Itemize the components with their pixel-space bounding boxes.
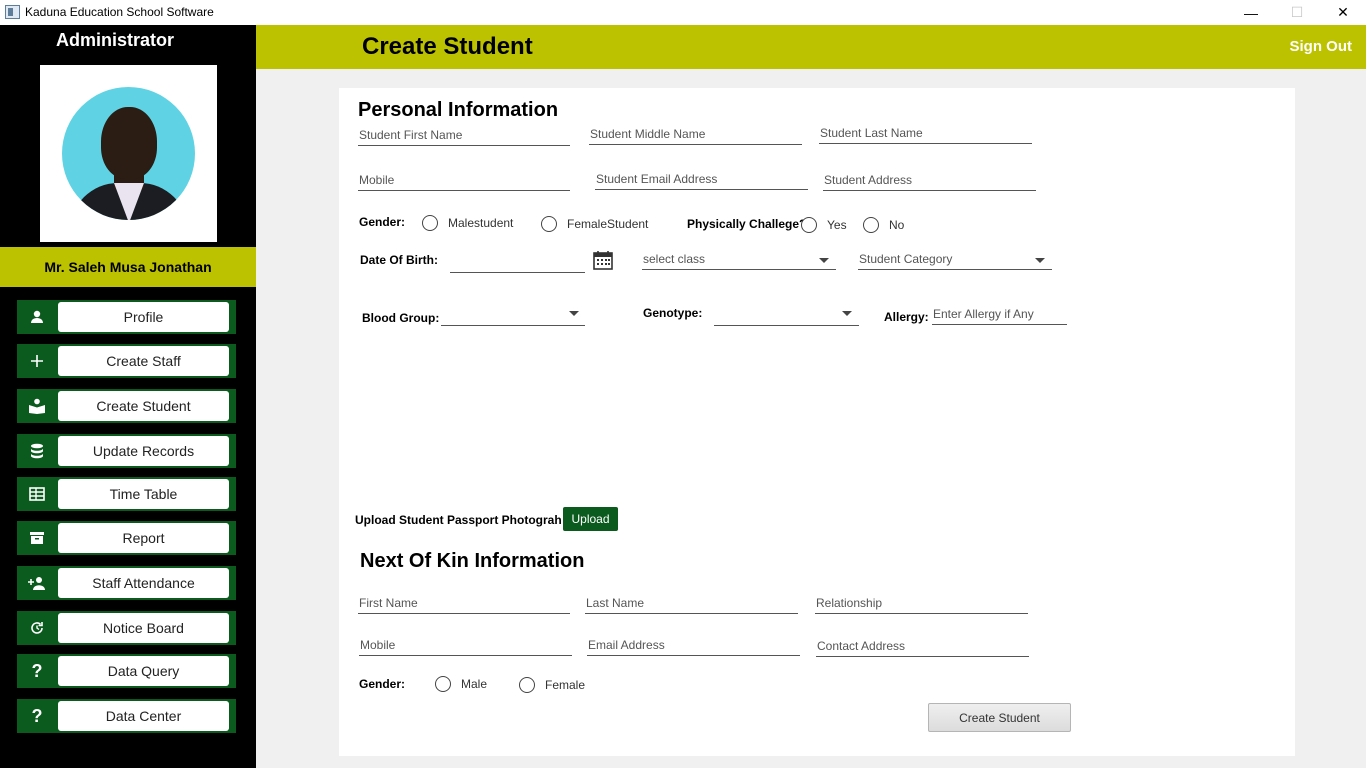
reader-icon — [17, 389, 57, 423]
student-last-name-field[interactable]: Student Last Name — [819, 122, 1032, 144]
chevron-down-icon — [842, 311, 852, 316]
dob-field[interactable] — [450, 251, 585, 273]
kin-gender-female-radio[interactable] — [519, 677, 535, 693]
minimize-button[interactable]: — — [1228, 0, 1274, 25]
sidebar-item-label: Data Query — [58, 656, 229, 686]
sidebar-item-create-staff[interactable]: Create Staff — [17, 344, 236, 378]
close-button[interactable]: ✕ — [1320, 0, 1366, 25]
sidebar-item-staff-attendance[interactable]: Staff Attendance — [17, 566, 236, 600]
kin-address-field[interactable]: Contact Address — [816, 635, 1029, 657]
role-title: Administrator — [55, 30, 174, 50]
kin-gender-male-label: Male — [461, 677, 488, 691]
dob-label: Date Of Birth: — [360, 253, 438, 267]
kin-gender-label: Gender: — [359, 677, 406, 691]
window-title: Kaduna Education School Software — [25, 5, 214, 19]
challenged-no-radio[interactable] — [863, 217, 879, 233]
sidebar-item-label: Report — [58, 523, 229, 553]
sidebar-item-time-table[interactable]: Time Table — [17, 477, 236, 511]
chevron-down-icon — [569, 311, 579, 316]
blood-group-label: Blood Group: — [362, 311, 440, 325]
refresh-icon — [17, 611, 57, 645]
challenged-yes-radio[interactable] — [801, 217, 817, 233]
upload-button[interactable]: Upload — [563, 507, 618, 531]
sidebar-item-notice-board[interactable]: Notice Board — [17, 611, 236, 645]
sidebar: Administrator Mr. Saleh Musa Jonathan Pr… — [0, 25, 256, 768]
gender-male-radio[interactable] — [422, 215, 438, 231]
sign-out-link[interactable]: Sign Out — [1290, 38, 1353, 55]
sidebar-item-data-query[interactable]: ? Data Query — [17, 654, 236, 688]
allergy-field[interactable]: Enter Allergy if Any — [932, 303, 1067, 325]
plus-icon — [17, 344, 57, 378]
student-form: Personal Information Student First Name … — [339, 88, 1295, 756]
page-title: Create Student — [362, 33, 533, 60]
kin-email-field[interactable]: Email Address — [587, 634, 800, 656]
question-icon: ? — [31, 705, 43, 726]
archive-icon — [17, 521, 57, 555]
window-titlebar: Kaduna Education School Software — ☐ ✕ — [0, 0, 1366, 25]
gender-female-label: FemaleStudent — [567, 217, 649, 231]
person-icon — [17, 300, 57, 334]
sidebar-item-create-student[interactable]: Create Student — [17, 389, 236, 423]
user-name: Mr. Saleh Musa Jonathan — [0, 247, 256, 287]
maximize-button[interactable]: ☐ — [1274, 0, 1320, 25]
student-email-field[interactable]: Student Email Address — [595, 168, 808, 190]
personal-info-title: Personal Information — [358, 99, 559, 121]
sidebar-item-data-center[interactable]: ? Data Center — [17, 699, 236, 733]
genotype-label: Genotype: — [643, 306, 703, 320]
next-of-kin-title: Next Of Kin Information — [360, 550, 585, 572]
app-icon — [5, 5, 20, 19]
sidebar-item-label: Staff Attendance — [58, 568, 229, 598]
person-add-icon — [17, 566, 57, 600]
sidebar-item-profile[interactable]: Profile — [17, 300, 236, 334]
sidebar-item-label: Profile — [58, 302, 229, 332]
table-icon — [17, 477, 57, 511]
student-first-name-field[interactable]: Student First Name — [358, 124, 570, 146]
chevron-down-icon — [819, 258, 829, 263]
sidebar-item-report[interactable]: Report — [17, 521, 236, 555]
allergy-label: Allergy: — [884, 310, 929, 324]
avatar — [62, 87, 195, 220]
profile-photo-frame — [40, 65, 217, 242]
gender-male-label: Malestudent — [448, 216, 514, 230]
challenged-no-label: No — [889, 218, 905, 232]
kin-first-name-field[interactable]: First Name — [358, 592, 570, 614]
sidebar-item-label: Data Center — [58, 701, 229, 731]
question-icon: ? — [31, 660, 43, 681]
page-header: Create Student Sign Out — [256, 25, 1366, 69]
gender-label: Gender: — [359, 215, 406, 229]
student-mobile-field[interactable]: Mobile — [358, 169, 570, 191]
chevron-down-icon — [1035, 258, 1045, 263]
calendar-icon[interactable] — [593, 250, 613, 270]
blood-group-select[interactable] — [441, 304, 585, 326]
kin-mobile-field[interactable]: Mobile — [359, 634, 572, 656]
student-address-field[interactable]: Student Address — [823, 169, 1036, 191]
challenged-yes-label: Yes — [827, 218, 847, 232]
class-select[interactable]: select class — [642, 248, 836, 270]
student-category-select[interactable]: Student Category — [858, 248, 1052, 270]
sidebar-item-update-records[interactable]: Update Records — [17, 434, 236, 468]
kin-gender-male-radio[interactable] — [435, 676, 451, 692]
sidebar-item-label: Create Student — [58, 391, 229, 421]
kin-relationship-field[interactable]: Relationship — [815, 592, 1028, 614]
genotype-select[interactable] — [714, 304, 859, 326]
sidebar-item-label: Update Records — [58, 436, 229, 466]
physically-challenged-label: Physically Challege? — [687, 217, 807, 231]
sidebar-item-label: Notice Board — [58, 613, 229, 643]
kin-gender-female-label: Female — [545, 678, 586, 692]
database-icon — [17, 434, 57, 468]
gender-female-radio[interactable] — [541, 216, 557, 232]
kin-last-name-field[interactable]: Last Name — [585, 592, 798, 614]
upload-passport-label: Upload Student Passport Photograh — [355, 513, 562, 527]
sidebar-item-label: Time Table — [58, 479, 229, 509]
create-student-button[interactable]: Create Student — [928, 703, 1071, 732]
student-middle-name-field[interactable]: Student Middle Name — [589, 123, 802, 145]
sidebar-item-label: Create Staff — [58, 346, 229, 376]
